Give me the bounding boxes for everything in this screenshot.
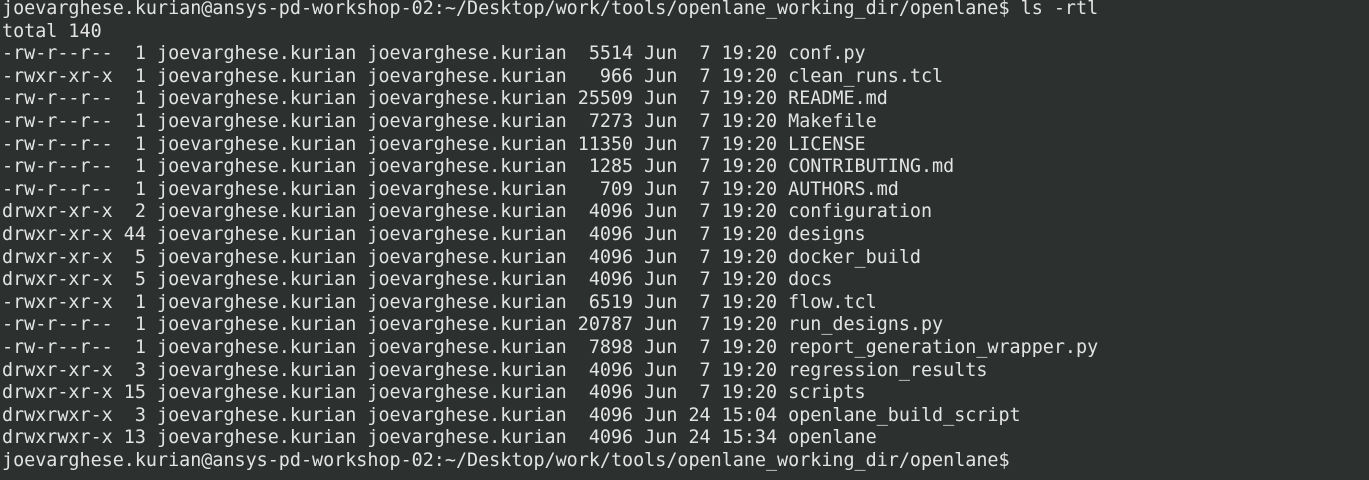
listing-row: -rw-r--r-- 1 joevarghese.kurian joevargh… xyxy=(2,314,944,336)
command-text: ls -rtl xyxy=(1020,0,1099,19)
shell-prompt: joevarghese.kurian@ansys-pd-workshop-02:… xyxy=(2,449,1010,471)
listing-row: drwxrwxr-x 13 joevarghese.kurian joevarg… xyxy=(2,427,877,449)
listing-row: -rwxr-xr-x 1 joevarghese.kurian joevargh… xyxy=(2,65,944,87)
shell-prompt: joevarghese.kurian@ansys-pd-workshop-02:… xyxy=(2,0,1010,19)
listing-row: drwxr-xr-x 15 joevarghese.kurian joevarg… xyxy=(2,382,866,404)
listing-row: -rw-r--r-- 1 joevarghese.kurian joevargh… xyxy=(2,156,955,178)
listing-row: drwxr-xr-x 3 joevarghese.kurian joevargh… xyxy=(2,359,988,381)
listing-row: drwxr-xr-x 44 joevarghese.kurian joevarg… xyxy=(2,223,866,245)
listing-row: -rw-r--r-- 1 joevarghese.kurian joevargh… xyxy=(2,43,866,65)
listing-row: -rw-r--r-- 1 joevarghese.kurian joevargh… xyxy=(2,133,866,155)
listing-row: -rwxr-xr-x 1 joevarghese.kurian joevargh… xyxy=(2,291,877,313)
listing-row: drwxr-xr-x 5 joevarghese.kurian joevargh… xyxy=(2,246,921,268)
listing-row: drwxr-xr-x 5 joevarghese.kurian joevargh… xyxy=(2,269,833,291)
listing-row: -rw-r--r-- 1 joevarghese.kurian joevargh… xyxy=(2,88,888,110)
listing-row: drwxrwxr-x 3 joevarghese.kurian joevargh… xyxy=(2,404,1021,426)
total-line: total 140 xyxy=(2,20,102,42)
listing-row: drwxr-xr-x 2 joevarghese.kurian joevargh… xyxy=(2,201,933,223)
listing-row: -rw-r--r-- 1 joevarghese.kurian joevargh… xyxy=(2,336,1099,358)
terminal-window[interactable]: joevarghese.kurian@ansys-pd-workshop-02:… xyxy=(0,0,1369,478)
listing-row: -rw-r--r-- 1 joevarghese.kurian joevargh… xyxy=(2,110,877,132)
prompt-line[interactable]: joevarghese.kurian@ansys-pd-workshop-02:… xyxy=(2,450,1369,473)
listing-row: -rw-r--r-- 1 joevarghese.kurian joevargh… xyxy=(2,178,899,200)
command-line: joevarghese.kurian@ansys-pd-workshop-02:… xyxy=(2,0,1369,21)
